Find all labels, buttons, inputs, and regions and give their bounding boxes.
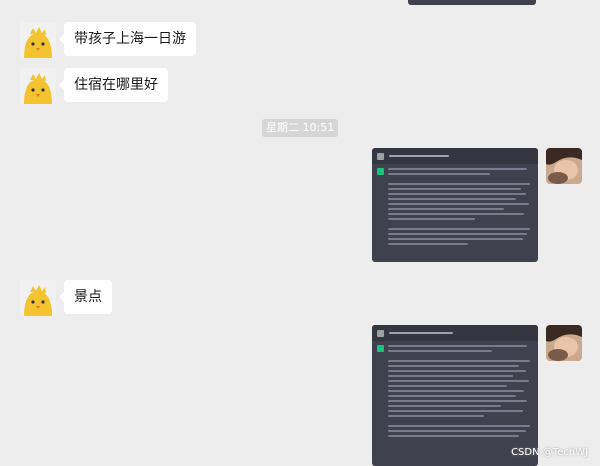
self-avatar[interactable] [546, 325, 582, 361]
contact-avatar[interactable] [20, 68, 56, 104]
chick-avatar-icon [20, 22, 56, 58]
screenshot-header [372, 325, 538, 341]
chick-avatar-icon [20, 68, 56, 104]
self-avatar[interactable] [546, 148, 582, 184]
timestamp: 星期二 10:51 [262, 119, 339, 137]
user-photo-avatar-icon [546, 148, 582, 184]
contact-avatar[interactable] [20, 280, 56, 316]
screenshot-header [372, 148, 538, 164]
user-icon [377, 329, 384, 337]
contact-avatar[interactable] [20, 22, 56, 58]
assistant-logo-icon [377, 168, 384, 175]
message-bubble[interactable]: 带孩子上海一日游 [59, 22, 196, 56]
message-bubble[interactable]: 景点 [59, 280, 112, 314]
user-photo-avatar-icon [546, 325, 582, 361]
screenshot-image[interactable] [372, 325, 538, 466]
message-bubble[interactable]: 住宿在哪里好 [59, 68, 168, 102]
assistant-logo-icon [377, 345, 384, 352]
user-icon [377, 152, 384, 160]
screenshot-image-partial[interactable] [408, 0, 536, 5]
chick-avatar-icon [20, 280, 56, 316]
screenshot-image[interactable] [372, 148, 538, 262]
watermark: CSDN @TechWJ [511, 447, 588, 458]
